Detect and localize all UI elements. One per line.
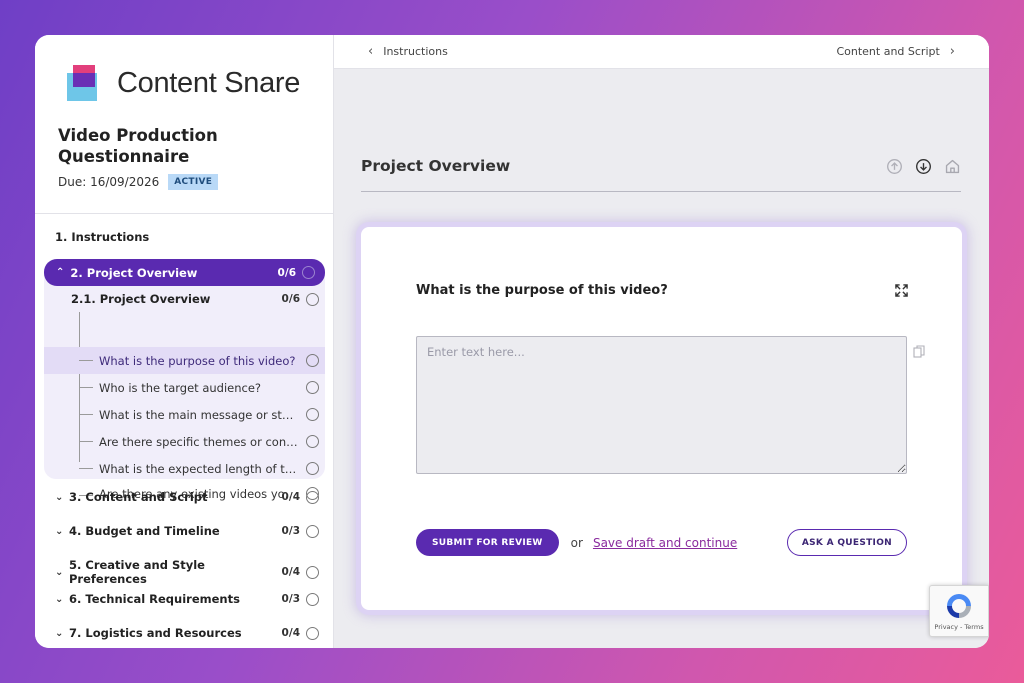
section-label: 3. Content and Script — [69, 490, 208, 504]
sidebar-item-instructions[interactable]: 1. Instructions — [55, 230, 149, 244]
or-separator: or — [570, 535, 583, 550]
chevron-down-icon: ⌄ — [55, 593, 64, 605]
question-card: What is the purpose of this video? SUBMI… — [361, 227, 962, 610]
page-title: Project Overview — [361, 157, 511, 175]
sidebar-item-content-and-script[interactable]: ⌄ 3. Content and Script 0/4 — [55, 490, 319, 504]
brand-name: Content Snare — [117, 66, 301, 99]
subsection-project-overview[interactable]: 2.1. Project Overview 0/6 — [71, 292, 319, 306]
tree-elbow — [79, 374, 93, 388]
section-count: 0/4 — [281, 566, 300, 578]
next-section-link[interactable]: Content and Script › — [836, 44, 965, 59]
main-panel: ‹ Instructions Content and Script › Proj… — [334, 35, 989, 648]
arrow-down-circle-icon[interactable] — [915, 158, 932, 175]
section-label: 7. Logistics and Resources — [69, 626, 242, 640]
progress-circle-icon — [306, 292, 319, 306]
question-item-label: Are there specific themes or concepts yo… — [99, 434, 306, 449]
home-icon[interactable] — [944, 158, 961, 175]
recaptcha-icon — [947, 594, 971, 618]
brand: Content Snare — [67, 63, 300, 103]
section-label: 6. Technical Requirements — [69, 592, 240, 606]
chevron-left-icon: ‹ — [368, 44, 374, 59]
progress-circle-icon — [306, 435, 319, 448]
progress-circle-icon — [306, 626, 319, 640]
active-section-group: ⌃ 2. Project Overview 0/6 2.1. Project O… — [44, 259, 325, 501]
tree-elbow — [79, 401, 93, 415]
prev-section-label: Instructions — [383, 45, 448, 58]
question-item[interactable]: Are there specific themes or concepts yo… — [44, 428, 325, 455]
tree-elbow — [79, 347, 93, 361]
progress-circle-icon — [306, 592, 319, 606]
tree-elbow — [79, 455, 93, 469]
due-row: Due: 16/09/2026 ACTIVE — [58, 174, 219, 190]
title-divider — [361, 191, 961, 192]
chevron-down-icon: ⌄ — [55, 525, 64, 537]
progress-circle-icon — [302, 266, 315, 279]
question-item-label: What is the expected length of the video… — [99, 461, 306, 476]
question-text: What is the purpose of this video? — [416, 283, 668, 298]
due-date: Due: 16/09/2026 — [58, 175, 160, 189]
progress-circle-icon — [306, 565, 319, 579]
chevron-right-icon: › — [949, 44, 955, 59]
answer-actions: SUBMIT FOR REVIEW or Save draft and cont… — [416, 529, 907, 556]
question-item[interactable]: What is the main message or story you wa… — [44, 401, 325, 428]
progress-circle-icon — [306, 354, 319, 367]
recaptcha-text: Privacy - Terms — [934, 623, 984, 631]
questionnaire-title: Video Production Questionnaire — [58, 126, 218, 166]
section-count: 0/4 — [281, 627, 300, 639]
top-navigation-bar: ‹ Instructions Content and Script › — [334, 35, 989, 69]
prev-section-link[interactable]: ‹ Instructions — [358, 44, 448, 59]
section-toolbar — [886, 158, 961, 175]
chevron-down-icon: ⌄ — [55, 627, 64, 639]
section-count: 0/6 — [277, 266, 296, 279]
progress-circle-icon — [306, 462, 319, 475]
sidebar-item-creative-and-style[interactable]: ⌄ 5. Creative and Style Preferences 0/4 — [55, 558, 319, 586]
subsection-count: 0/6 — [281, 293, 300, 305]
content-snare-logo-icon — [67, 63, 105, 103]
section-label: 2. Project Overview — [70, 265, 198, 280]
question-item[interactable]: What is the purpose of this video? — [44, 347, 325, 374]
sidebar-item-logistics-and-resources[interactable]: ⌄ 7. Logistics and Resources 0/4 — [55, 626, 319, 640]
tree-elbow — [79, 428, 93, 442]
app-window: Content Snare Video Production Questionn… — [35, 35, 989, 648]
sidebar-item-technical-requirements[interactable]: ⌄ 6. Technical Requirements 0/3 — [55, 592, 319, 606]
sidebar-item-budget-and-timeline[interactable]: ⌄ 4. Budget and Timeline 0/3 — [55, 524, 319, 538]
section-count: 0/3 — [281, 525, 300, 537]
sidebar-divider — [35, 213, 334, 214]
ask-question-button[interactable]: ASK A QUESTION — [786, 529, 907, 556]
chevron-up-icon: ⌃ — [56, 267, 65, 278]
section-label: 4. Budget and Timeline — [69, 524, 220, 538]
save-draft-link[interactable]: Save draft and continue — [593, 536, 737, 550]
sidebar: Content Snare Video Production Questionn… — [35, 35, 334, 648]
question-item-label: What is the main message or story you wa… — [99, 407, 306, 422]
section-count: 0/3 — [281, 593, 300, 605]
next-section-label: Content and Script — [836, 45, 940, 58]
recaptcha-badge[interactable]: Privacy - Terms — [929, 585, 989, 637]
question-item[interactable]: What is the expected length of the video… — [44, 455, 325, 482]
copy-icon[interactable] — [913, 345, 925, 358]
progress-circle-icon — [306, 490, 319, 504]
progress-circle-icon — [306, 381, 319, 394]
chevron-down-icon: ⌄ — [55, 566, 64, 578]
chevron-down-icon: ⌄ — [55, 491, 64, 503]
section-count: 0/4 — [281, 491, 300, 503]
progress-circle-icon — [306, 524, 319, 538]
arrow-up-circle-icon[interactable] — [886, 158, 903, 175]
answer-input[interactable] — [416, 336, 907, 474]
progress-circle-icon — [306, 408, 319, 421]
subsection-label: 2.1. Project Overview — [71, 292, 211, 306]
question-item-label: Who is the target audience? — [99, 380, 262, 395]
submit-for-review-button[interactable]: SUBMIT FOR REVIEW — [416, 529, 559, 556]
section-label: 5. Creative and Style Preferences — [69, 558, 205, 586]
sidebar-item-project-overview[interactable]: ⌃ 2. Project Overview 0/6 — [44, 259, 325, 286]
expand-icon[interactable] — [895, 284, 908, 297]
question-item[interactable]: Who is the target audience? — [44, 374, 325, 401]
status-badge: ACTIVE — [168, 174, 219, 190]
question-item-label: What is the purpose of this video? — [99, 353, 296, 368]
